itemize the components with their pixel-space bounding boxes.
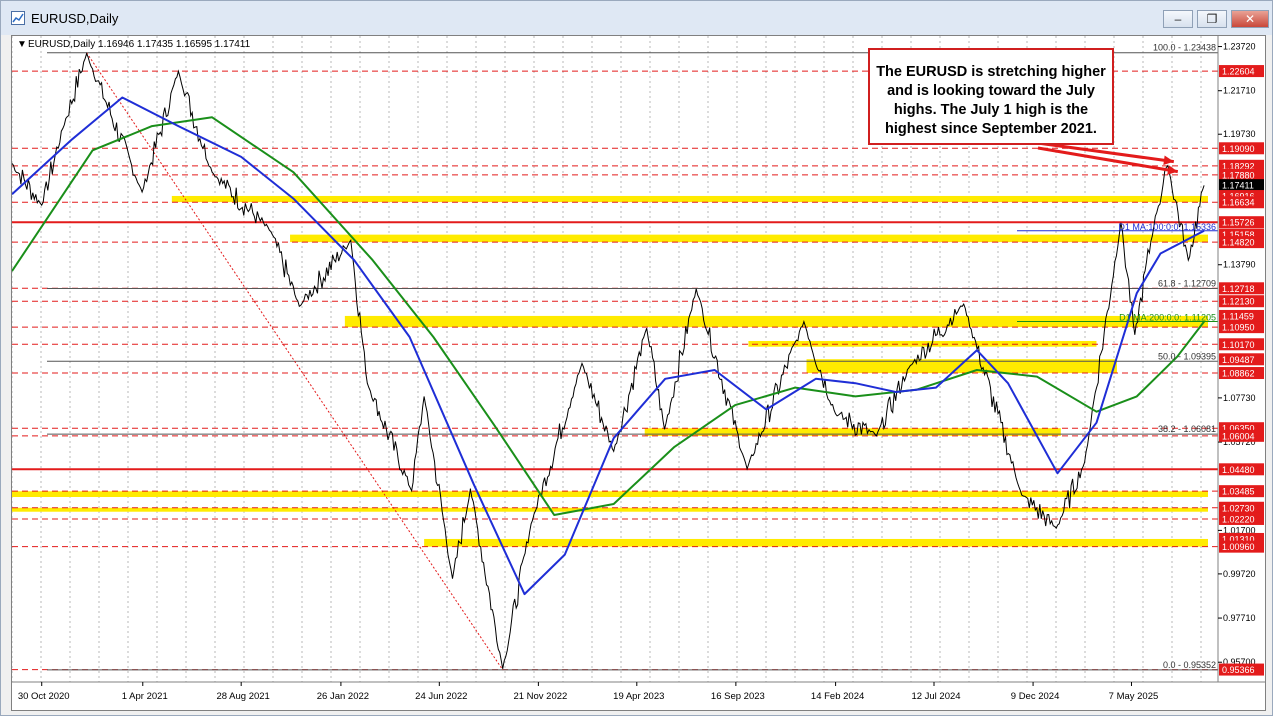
fib-level-label: 0.0 - 0.95352 [1163, 660, 1216, 670]
symbol-header: EURUSD,Daily 1.16946 1.17435 1.16595 1.1… [28, 39, 251, 50]
x-tick-label: 16 Sep 2023 [711, 691, 765, 702]
chart-window-icon [11, 11, 25, 25]
price-label: 1.19090 [1222, 144, 1255, 154]
y-tick-label: 1.13790 [1223, 260, 1256, 270]
price-label: 1.22604 [1222, 67, 1255, 77]
chart-header-triangle-icon[interactable]: ▼ [17, 39, 27, 50]
fib-level-label: 50.0 - 1.09395 [1158, 351, 1216, 361]
x-tick-label: 24 Jun 2022 [415, 691, 467, 702]
price-label: 1.09487 [1222, 355, 1255, 365]
x-tick-label: 19 Apr 2023 [613, 691, 664, 702]
price-label: 1.14820 [1222, 238, 1255, 248]
x-tick-label: 14 Feb 2024 [811, 691, 864, 702]
price-label: 1.16634 [1222, 198, 1255, 208]
price-label: 1.03485 [1222, 487, 1255, 497]
price-label: 1.02220 [1222, 514, 1255, 524]
minimize-button[interactable]: – [1163, 10, 1193, 28]
close-button[interactable]: ✕ [1231, 10, 1269, 28]
price-label: 1.12130 [1222, 297, 1255, 307]
price-label: 0.95366 [1222, 665, 1255, 675]
restore-button[interactable]: ❐ [1197, 10, 1227, 28]
y-tick-label: 1.21710 [1223, 86, 1256, 96]
x-tick-label: 7 May 2025 [1109, 691, 1159, 702]
window-title: EURUSD,Daily [31, 11, 119, 26]
fib-level-label: 61.8 - 1.12709 [1158, 278, 1216, 288]
annotation-box: The EURUSD is stretching higher and is l… [868, 48, 1114, 145]
price-label: 1.12718 [1222, 284, 1255, 294]
fib-level-label: 100.0 - 1.23438 [1153, 43, 1216, 53]
support-resistance-zone [424, 538, 1208, 547]
price-label: 1.11459 [1222, 311, 1254, 321]
x-tick-label: 28 Aug 2021 [216, 691, 269, 702]
price-label: 1.00960 [1222, 542, 1255, 552]
price-label: 1.17411 [1222, 181, 1254, 191]
ma-level-label: D1 MA:100:0:0: 1.15336 [1118, 222, 1216, 232]
price-label: 1.02730 [1222, 503, 1255, 513]
x-tick-label: 1 Apr 2021 [122, 691, 168, 702]
price-label: 1.08862 [1222, 369, 1255, 379]
y-tick-label: 0.99720 [1223, 569, 1256, 579]
support-resistance-zone [290, 234, 1208, 243]
ma-level-label: D1 MA:200:0:0: 1.11205 [1119, 313, 1216, 323]
price-label: 1.06004 [1222, 431, 1255, 441]
y-tick-label: 1.23720 [1223, 42, 1256, 52]
price-label: 1.17880 [1222, 170, 1255, 180]
chart-window: EURUSD,Daily – ❐ ✕ 1.23720 1.21710 1.19730… [0, 0, 1273, 716]
y-tick-label: 1.07730 [1223, 393, 1256, 403]
support-resistance-zone [171, 195, 1209, 203]
price-label: 1.10170 [1222, 340, 1255, 350]
x-tick-label: 30 Oct 2020 [18, 691, 70, 702]
price-label: 1.10950 [1222, 323, 1255, 333]
y-tick-label: 1.19730 [1223, 129, 1256, 139]
x-tick-label: 9 Dec 2024 [1011, 691, 1060, 702]
chart-plot-area[interactable]: 1.23720 1.21710 1.19730 1.13790 1.07730 1.057… [11, 35, 1266, 711]
support-resistance-zone [644, 428, 1061, 436]
x-tick-label: 21 Nov 2022 [513, 691, 567, 702]
support-resistance-zone [12, 507, 1208, 512]
window-titlebar: EURUSD,Daily – ❐ ✕ [1, 1, 1272, 35]
x-tick-label: 12 Jul 2024 [911, 691, 960, 702]
support-resistance-zone [12, 491, 1208, 497]
y-tick-label: 0.97710 [1223, 613, 1256, 623]
price-label: 1.04480 [1222, 465, 1255, 475]
x-tick-label: 26 Jan 2022 [317, 691, 369, 702]
price-label: 1.15726 [1222, 218, 1255, 228]
fib-level-label: 38.2 - 1.06081 [1158, 424, 1216, 434]
